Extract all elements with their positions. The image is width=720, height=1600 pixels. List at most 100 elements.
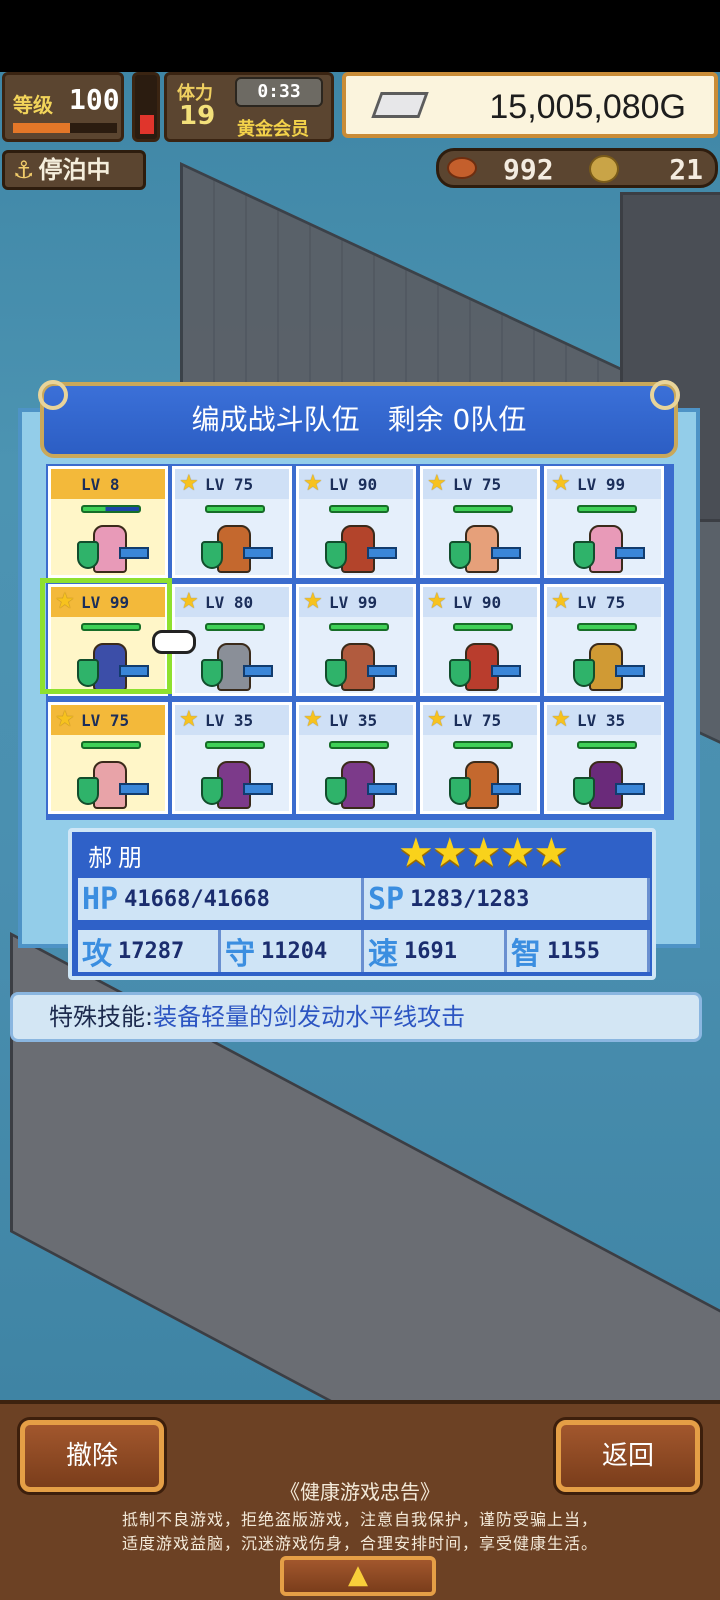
expand-menu-button[interactable]: ▲ <box>280 1556 436 1596</box>
coins-value: 21 <box>669 153 703 186</box>
health-notice-line-1: 抵制不良游戏，拒绝盗版游戏，注意自我保护，谨防受骗上当， <box>121 1510 598 1529</box>
xp-bar <box>13 123 117 133</box>
stat-sp-label: SP <box>368 881 405 917</box>
roster-slot[interactable]: ★ LV 35 <box>296 702 416 814</box>
star-icon: ★ <box>551 589 571 614</box>
star-icon: ★ <box>427 589 447 614</box>
unit-level: LV 75 <box>205 475 254 494</box>
unit-level: LV 75 <box>453 711 502 730</box>
character-sprite-icon <box>571 757 645 813</box>
star-icon: ★ <box>303 589 323 614</box>
unit-hp-bar <box>453 505 513 513</box>
stat-speed: 速 1691 <box>364 930 507 972</box>
stat-attack-label: 攻 <box>82 937 112 972</box>
character-name: 郝朋 <box>88 844 148 872</box>
character-sprite-icon <box>571 521 645 577</box>
panel-title: 编成战斗队伍 剩余 0队伍 <box>191 403 527 436</box>
unit-hp-bar <box>329 505 389 513</box>
unit-hp-bar <box>81 505 141 513</box>
skill-label: 特殊技能: <box>49 1003 154 1031</box>
banner-ornament-icon <box>38 380 68 410</box>
stamina-gauge <box>132 72 160 142</box>
roster-slot[interactable]: ★ LV 75 <box>48 702 168 814</box>
character-sprite-icon <box>75 521 149 577</box>
star-icon: ★ <box>179 589 199 614</box>
star-icon: ★ <box>303 471 323 496</box>
banner-ornament-icon <box>650 380 680 410</box>
stamina-box: 体力 19 0:33 黄金会员 <box>164 72 334 142</box>
character-sprite-icon <box>199 639 273 695</box>
unit-hp-bar <box>205 505 265 513</box>
unit-level: LV 35 <box>329 711 378 730</box>
character-sprite-icon <box>323 639 397 695</box>
unit-level: LV 99 <box>329 593 378 612</box>
membership-label[interactable]: 黄金会员 <box>237 115 309 141</box>
stat-intellect-label: 智 <box>511 937 541 972</box>
skill-description: 装备轻量的剑发动水平线攻击 <box>153 1003 466 1031</box>
stat-defense-value: 11204 <box>261 938 328 964</box>
unit-hp-bar <box>205 623 265 631</box>
roster-slot[interactable]: ★ LV 90 <box>420 584 540 696</box>
roster-slot[interactable]: ★ LV 90 <box>296 466 416 578</box>
star-icon: ★ <box>55 707 75 732</box>
medal-icon <box>589 155 619 183</box>
anchor-icon: ⚓ <box>13 156 35 184</box>
star-icon: ★ <box>179 471 199 496</box>
character-sprite-icon <box>323 521 397 577</box>
character-sprite-icon <box>75 757 149 813</box>
hand-pointer-icon <box>152 630 196 654</box>
roster-slot[interactable]: ★ LV 75 <box>420 466 540 578</box>
roster-slot[interactable]: ★ LV 35 <box>544 702 664 814</box>
roster-slot[interactable]: ★ LV 35 <box>172 702 292 814</box>
star-icon: ★ <box>427 471 447 496</box>
unit-hp-bar <box>577 741 637 749</box>
unit-level: LV 75 <box>453 475 502 494</box>
character-sprite-icon <box>199 521 273 577</box>
unit-hp-bar <box>81 741 141 749</box>
money-display: 15,005,080G <box>342 72 718 138</box>
roster-slot[interactable]: ★ LV 75 <box>172 466 292 578</box>
stats-row-2: 攻 17287 守 11204 速 1691 智 1155 <box>78 930 650 972</box>
stat-sp-value: 1283/1283 <box>410 886 530 912</box>
roster-slot[interactable]: ★ LV 99 <box>544 466 664 578</box>
character-sprite-icon <box>447 757 521 813</box>
rank-stars: ★★★★★ <box>398 830 569 876</box>
special-skill-bar: 特殊技能:装备轻量的剑发动水平线攻击 <box>10 992 702 1042</box>
chevron-up-icon: ▲ <box>348 1560 368 1590</box>
unit-hp-bar <box>453 623 513 631</box>
stat-speed-value: 1691 <box>404 938 457 964</box>
stat-attack-value: 17287 <box>118 938 185 964</box>
health-notice-line-2: 适度游戏益脑，沉迷游戏伤身，合理安排时间，享受健康生活。 <box>121 1534 598 1553</box>
stat-sp: SP 1283/1283 <box>364 878 650 920</box>
character-info-card: 郝朋 ★★★★★ HP 41668/41668 SP 1283/1283 攻 1728… <box>68 828 656 980</box>
stat-speed-label: 速 <box>368 937 398 972</box>
unit-level: LV 99 <box>577 475 626 494</box>
unit-level: LV 35 <box>205 711 254 730</box>
unit-hp-bar <box>453 741 513 749</box>
stat-attack: 攻 17287 <box>78 930 221 972</box>
food-value: 992 <box>503 153 554 186</box>
level-box: 等级 100 <box>2 72 124 142</box>
panel-title-banner: 编成战斗队伍 剩余 0队伍 <box>38 380 680 458</box>
star-icon: ★ <box>551 707 571 732</box>
roster-slot[interactable]: ★ LV 99 <box>296 584 416 696</box>
money-value: 15,005,080G <box>489 88 686 126</box>
stamina-value: 19 <box>179 101 216 131</box>
unit-hp-bar <box>205 741 265 749</box>
stat-intellect-value: 1155 <box>547 938 600 964</box>
level-label: 等级 <box>13 93 53 117</box>
silver-bar-icon <box>371 92 429 118</box>
roster-slot[interactable]: ★ LV 75 <box>544 584 664 696</box>
unit-hp-bar <box>329 623 389 631</box>
unit-level: LV 75 <box>577 593 626 612</box>
roster-slot[interactable]: ★ LV 75 <box>420 702 540 814</box>
character-sprite-icon <box>323 757 397 813</box>
unit-level: LV 75 <box>81 711 130 730</box>
stat-defense-label: 守 <box>225 937 255 972</box>
unit-hp-bar <box>577 623 637 631</box>
unit-level: LV 90 <box>329 475 378 494</box>
stat-hp-value: 41668/41668 <box>124 886 270 912</box>
stat-intellect: 智 1155 <box>507 930 650 972</box>
stat-hp: HP 41668/41668 <box>78 878 364 920</box>
roster-slot[interactable]: LV 8 <box>48 466 168 578</box>
